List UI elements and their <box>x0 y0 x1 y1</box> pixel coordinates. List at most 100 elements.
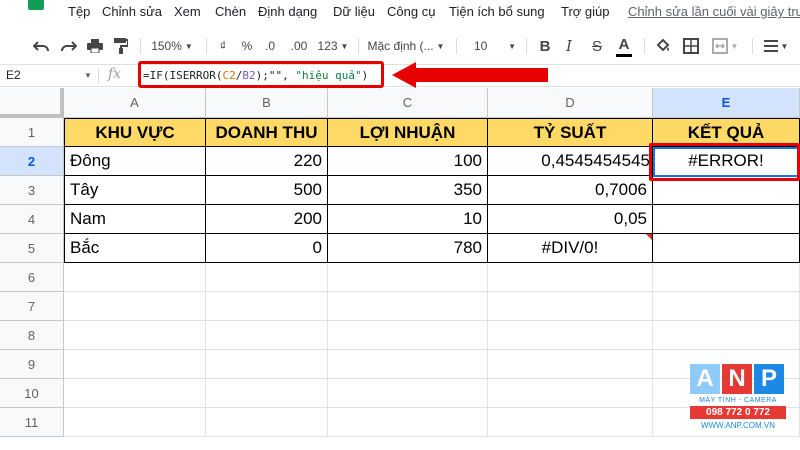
table-cell[interactable]: 10 <box>328 205 488 234</box>
chevron-down-icon[interactable]: ▼ <box>84 71 92 80</box>
increase-decimal-button[interactable]: .00 <box>286 36 312 56</box>
merge-cells-button[interactable]: ▼ <box>708 36 742 56</box>
menu-help[interactable]: Trợ giúp <box>561 4 610 19</box>
empty-cell[interactable] <box>328 379 488 408</box>
empty-cell[interactable] <box>206 292 328 321</box>
menu-data[interactable]: Dữ liệu <box>333 4 375 19</box>
empty-cell[interactable] <box>328 321 488 350</box>
column-header-a[interactable]: A <box>64 88 206 118</box>
table-cell[interactable] <box>653 205 800 234</box>
empty-cell[interactable] <box>653 263 800 292</box>
empty-cell[interactable] <box>206 350 328 379</box>
paint-format-button[interactable] <box>110 36 132 56</box>
borders-button[interactable] <box>680 36 702 56</box>
empty-cell[interactable] <box>206 408 328 437</box>
decrease-decimal-button[interactable]: .0 <box>260 36 280 56</box>
empty-cell[interactable] <box>206 263 328 292</box>
table-cell[interactable]: 0 <box>206 234 328 263</box>
table-cell[interactable]: 350 <box>328 176 488 205</box>
menu-tools[interactable]: Công cụ <box>387 4 435 19</box>
font-dropdown[interactable]: Mặc định (... ▼ <box>364 36 448 56</box>
error-indicator-icon[interactable] <box>646 234 652 240</box>
empty-cell[interactable] <box>206 379 328 408</box>
fill-color-button[interactable] <box>652 36 674 56</box>
percent-format-button[interactable]: % <box>238 36 256 56</box>
row-header-11[interactable]: 11 <box>0 408 64 437</box>
sheets-logo-icon[interactable] <box>28 0 44 10</box>
row-header-4[interactable]: 4 <box>0 205 64 234</box>
empty-cell[interactable] <box>328 263 488 292</box>
print-button[interactable] <box>84 36 106 56</box>
menu-addons[interactable]: Tiện ích bổ sung <box>449 4 545 19</box>
row-header-8[interactable]: 8 <box>0 321 64 350</box>
table-cell[interactable]: 200 <box>206 205 328 234</box>
empty-cell[interactable] <box>64 408 206 437</box>
table-cell[interactable]: 0,7006 <box>488 176 653 205</box>
table-cell[interactable] <box>653 234 800 263</box>
row-header-2[interactable]: 2 <box>0 147 64 176</box>
column-header-e[interactable]: E <box>653 88 800 118</box>
table-cell[interactable]: Bắc <box>64 234 206 263</box>
table-cell[interactable]: Đông <box>64 147 206 176</box>
row-header-6[interactable]: 6 <box>0 263 64 292</box>
table-cell[interactable]: 220 <box>206 147 328 176</box>
row-header-1[interactable]: 1 <box>0 118 64 147</box>
strikethrough-button[interactable]: S <box>588 36 606 56</box>
zoom-dropdown[interactable]: 150% ▼ <box>148 36 196 56</box>
menu-edit[interactable]: Chỉnh sửa <box>102 4 162 19</box>
empty-cell[interactable] <box>488 408 653 437</box>
row-header-7[interactable]: 7 <box>0 292 64 321</box>
empty-cell[interactable] <box>64 321 206 350</box>
menu-file[interactable]: Tệp <box>68 4 90 19</box>
empty-cell[interactable] <box>328 350 488 379</box>
table-cell[interactable]: 100 <box>328 147 488 176</box>
more-formats-dropdown[interactable]: 123 ▼ <box>316 36 350 56</box>
row-header-3[interactable]: 3 <box>0 176 64 205</box>
menu-insert[interactable]: Chèn <box>215 4 246 19</box>
table-cell[interactable]: Nam <box>64 205 206 234</box>
column-header-b[interactable]: B <box>206 88 328 118</box>
table-header-cell[interactable]: DOANH THU <box>206 118 328 147</box>
italic-button[interactable]: I <box>560 36 578 56</box>
menu-view[interactable]: Xem <box>174 4 201 19</box>
currency-format-button[interactable]: ₫ <box>214 36 232 56</box>
empty-cell[interactable] <box>488 263 653 292</box>
empty-cell[interactable] <box>653 321 800 350</box>
table-cell-div-error[interactable]: #DIV/0! <box>488 234 653 263</box>
table-header-cell[interactable]: LỢI NHUẬN <box>328 118 488 147</box>
font-size-dropdown[interactable]: 10 ▼ <box>466 36 516 56</box>
empty-cell[interactable] <box>206 321 328 350</box>
empty-cell[interactable] <box>64 379 206 408</box>
empty-cell[interactable] <box>328 408 488 437</box>
column-header-c[interactable]: C <box>328 88 488 118</box>
undo-button[interactable] <box>30 36 52 56</box>
empty-cell[interactable] <box>488 350 653 379</box>
name-box[interactable]: E2 <box>6 68 21 82</box>
last-edit-link[interactable]: Chỉnh sửa lần cuối vài giây trư <box>628 4 800 19</box>
empty-cell[interactable] <box>488 321 653 350</box>
table-header-cell[interactable]: KHU VỰC <box>64 118 206 147</box>
row-header-5[interactable]: 5 <box>0 234 64 263</box>
table-cell[interactable]: 0,4545454545 <box>488 147 653 176</box>
menu-format[interactable]: Định dạng <box>258 4 317 19</box>
redo-button[interactable] <box>58 36 80 56</box>
empty-cell[interactable] <box>488 292 653 321</box>
empty-cell[interactable] <box>64 263 206 292</box>
table-cell[interactable]: 0,05 <box>488 205 653 234</box>
column-header-d[interactable]: D <box>488 88 653 118</box>
text-color-button[interactable]: A <box>614 36 634 57</box>
empty-cell[interactable] <box>653 292 800 321</box>
table-cell[interactable]: 500 <box>206 176 328 205</box>
bold-button[interactable]: B <box>536 36 554 56</box>
empty-cell[interactable] <box>64 350 206 379</box>
select-all-corner[interactable] <box>0 88 64 118</box>
row-header-9[interactable]: 9 <box>0 350 64 379</box>
empty-cell[interactable] <box>488 379 653 408</box>
empty-cell[interactable] <box>64 292 206 321</box>
table-cell[interactable]: Tây <box>64 176 206 205</box>
table-header-cell[interactable]: TỶ SUẤT <box>488 118 653 147</box>
empty-cell[interactable] <box>328 292 488 321</box>
row-header-10[interactable]: 10 <box>0 379 64 408</box>
horizontal-align-button[interactable]: ▼ <box>760 36 792 56</box>
table-cell[interactable]: 780 <box>328 234 488 263</box>
